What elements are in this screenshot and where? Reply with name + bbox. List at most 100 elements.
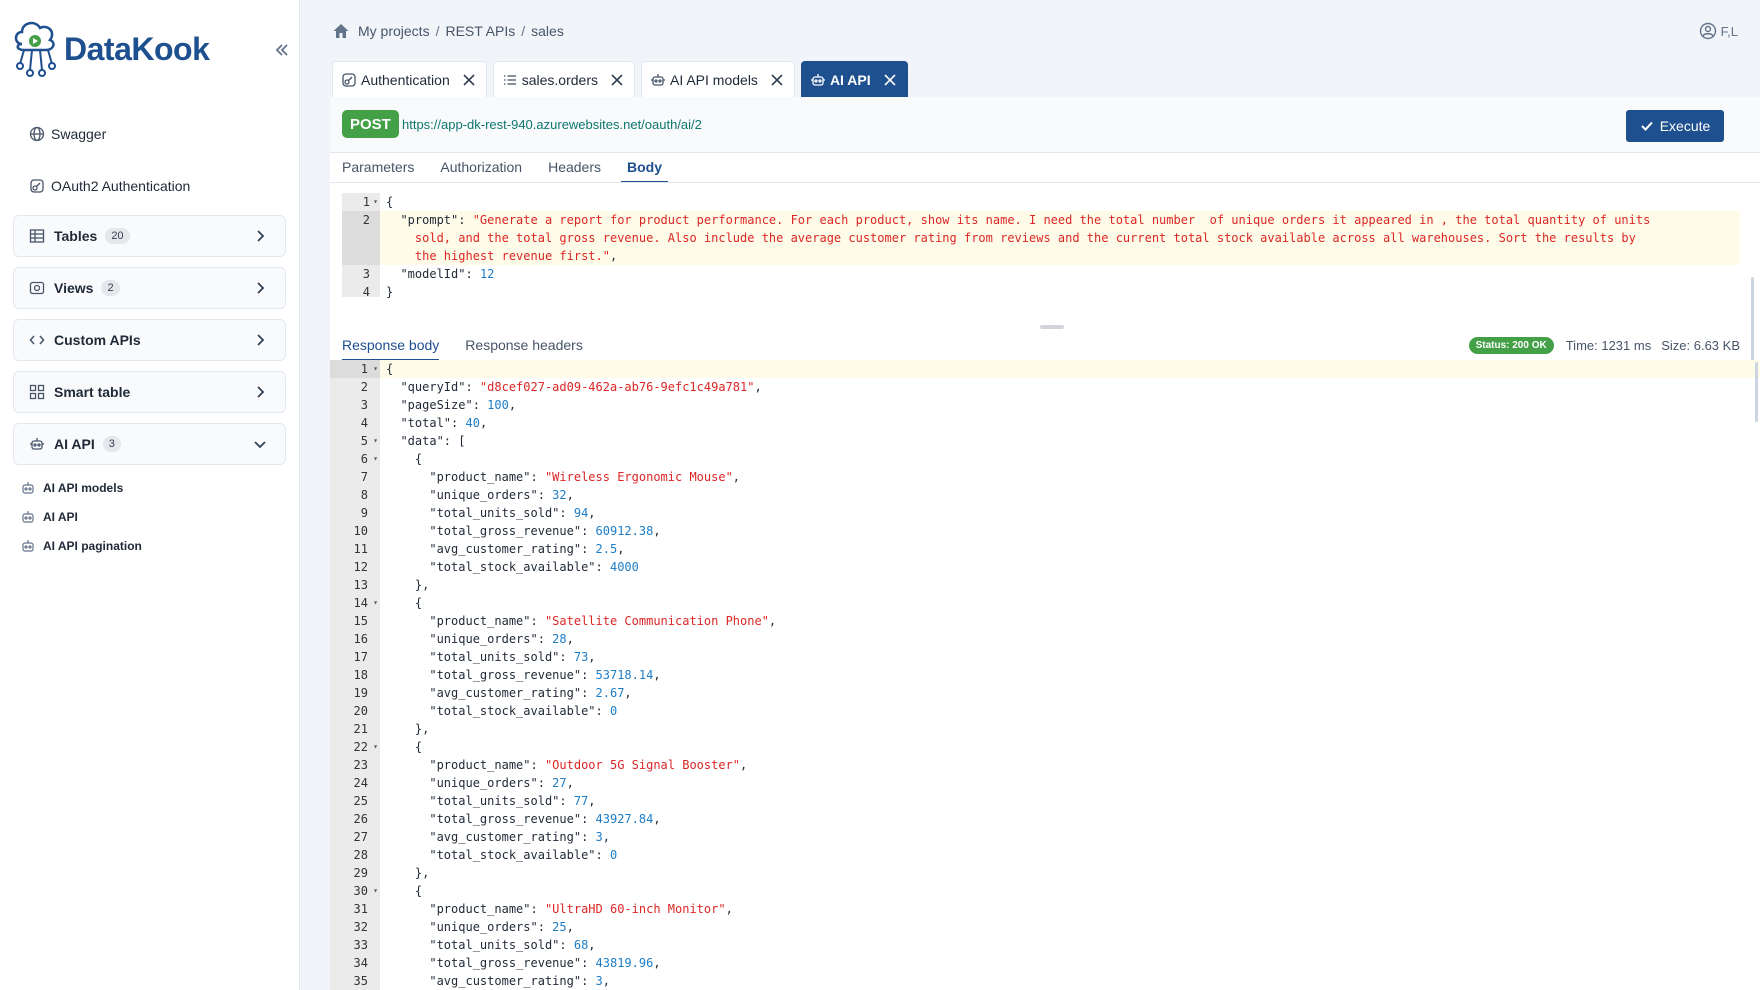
code-line: "unique_orders": 25, [386, 920, 574, 934]
tab-label: sales.orders [521, 71, 598, 88]
close-icon[interactable] [610, 73, 624, 87]
fold-icon[interactable]: ▾ [373, 432, 378, 450]
tab-sales-orders[interactable]: sales.orders [492, 61, 635, 97]
code-line: "total_gross_revenue": 53718.14, [386, 668, 661, 682]
execute-button[interactable]: Execute [1626, 110, 1724, 142]
sidebar-subitem-ai-api-models[interactable]: AI API models [20, 480, 123, 496]
code-line: } [386, 285, 394, 299]
line-number: 32 [353, 920, 368, 934]
sidebar-card-tables[interactable]: Tables 20 [13, 215, 286, 257]
line-number [342, 229, 380, 247]
breadcrumb-item[interactable]: REST APIs [445, 23, 515, 39]
robot-icon [28, 435, 46, 453]
json-value: "Wireless Ergonomic Mouse" [544, 470, 733, 484]
tab-ai-api[interactable]: AI API [800, 61, 908, 97]
line-number: 20 [353, 704, 368, 718]
code-line: "total_units_sold": 94, [386, 506, 596, 520]
status-badge: Status: 200 OK [1468, 337, 1554, 354]
fold-icon[interactable]: ▾ [373, 882, 378, 900]
fold-icon[interactable]: ▾ [373, 738, 378, 756]
sidebar-subitem-ai-api-pagination[interactable]: AI API pagination [20, 538, 142, 554]
user-menu[interactable]: F,L [1699, 22, 1738, 40]
json-value: 2.5 [595, 542, 618, 556]
tab-ai-api-models[interactable]: AI API models [641, 61, 795, 97]
count-badge: 3 [102, 436, 121, 452]
scrollbar[interactable] [1755, 362, 1758, 422]
fold-icon[interactable]: ▾ [373, 594, 378, 612]
subtab-authorization[interactable]: Authorization [440, 159, 522, 183]
close-icon[interactable] [462, 73, 476, 87]
page-size-value: 100 [487, 398, 509, 412]
close-icon[interactable] [770, 73, 784, 87]
line-number: 4 [362, 285, 370, 299]
card-label: Custom APIs [54, 332, 141, 348]
sidebar-subitem-ai-api[interactable]: AI API [20, 509, 78, 525]
line-gutter: 1 ▾ 2 3 4 [342, 193, 380, 299]
line-number: 12 [353, 560, 368, 574]
line-number: 27 [353, 830, 368, 844]
robot-icon [810, 72, 826, 88]
breadcrumb-item[interactable]: My projects [358, 23, 430, 39]
code-line: "product_name": "Satellite Communication… [386, 614, 777, 628]
sidebar-card-views[interactable]: Views 2 [13, 267, 286, 309]
scrollbar[interactable] [1751, 277, 1754, 367]
logo[interactable]: DataKook [12, 18, 210, 80]
code-line: }, [386, 722, 430, 736]
resize-handle[interactable] [1040, 325, 1064, 329]
sidebar-card-custom-apis[interactable]: Custom APIs [13, 319, 286, 361]
tab-response-headers[interactable]: Response headers [465, 337, 583, 361]
code-line: "total_gross_revenue": 43819.96, [386, 956, 661, 970]
line-number: 3 [362, 267, 370, 281]
tab-label: AI API [829, 71, 871, 88]
code-line: "unique_orders": 32, [386, 488, 574, 502]
sidebar-link-swagger[interactable]: Swagger [28, 125, 106, 143]
json-value: "Outdoor 5G Signal Booster" [544, 758, 741, 772]
globe-icon [28, 125, 46, 143]
request-url[interactable]: https://app-dk-rest-940.azurewebsites.ne… [402, 117, 702, 132]
code-line: "product_name": "Outdoor 5G Signal Boost… [386, 758, 748, 772]
method-badge[interactable]: POST [342, 110, 399, 138]
code-line: { [386, 740, 423, 754]
json-value: 3 [595, 974, 603, 988]
table-icon [28, 227, 46, 245]
response-body-editor[interactable]: 1 ▾ 2 3 4 5 ▾ 6 ▾ 7 8 9 10 11 12 13 14 ▾ 15 16 17 18 19 20 21 22 ▾… [330, 360, 1760, 990]
chevron-right-icon [251, 331, 269, 349]
code-line: "avg_customer_rating": 2.5, [386, 542, 625, 556]
sidebar-card-smart-table[interactable]: Smart table [13, 371, 286, 413]
line-number: 33 [353, 938, 368, 952]
code-line: { [386, 362, 394, 376]
tab-authentication[interactable]: Authentication [332, 61, 487, 97]
code-line: "unique_orders": 27, [386, 776, 574, 790]
card-label: Views [54, 280, 94, 296]
code-line: "avg_customer_rating": 2.67, [386, 686, 632, 700]
line-number: 4 [360, 416, 368, 430]
code-line: sold, and the total gross revenue. Also … [386, 229, 1636, 247]
datakook-logo-icon [14, 21, 56, 77]
sidebar-link-label: OAuth2 Authentication [51, 178, 191, 194]
count-badge: 20 [105, 228, 130, 244]
tab-response-body[interactable]: Response body [342, 337, 440, 361]
line-number: 1 ▾ [330, 360, 380, 378]
code-line: "total_units_sold": 73, [386, 650, 596, 664]
close-icon[interactable] [883, 73, 897, 87]
home-icon[interactable] [332, 22, 350, 40]
collapse-sidebar-icon[interactable] [272, 40, 292, 60]
response-meta: Status: 200 OK Time: 1231 ms Size: 6.63 … [1468, 337, 1740, 354]
sidebar-link-oauth2[interactable]: OAuth2 Authentication [28, 177, 190, 195]
sidebar-card-ai-api[interactable]: AI API 3 [13, 423, 286, 465]
subtab-headers[interactable]: Headers [548, 159, 601, 183]
robot-icon [20, 538, 36, 554]
request-body-editor[interactable]: 1 ▾ 2 3 4 { "prompt": "Generate a report … [342, 193, 1750, 299]
prompt-value-cont: sold, and the total gross revenue. Also … [414, 231, 1636, 245]
response-tabs: Response body Response headers [342, 337, 609, 361]
code-line: "prompt": "Generate a report for product… [400, 213, 1651, 227]
fold-icon[interactable]: ▾ [373, 450, 378, 468]
json-value: 25 [552, 920, 567, 934]
query-id-value: "d8cef027-ad09-462a-ab76-9efc1c49a781" [479, 380, 755, 394]
fold-icon[interactable]: ▾ [373, 360, 378, 378]
response-time: Time: 1231 ms [1565, 338, 1652, 353]
subtab-body[interactable]: Body [621, 159, 668, 183]
json-value: 32 [552, 488, 567, 502]
subtab-parameters[interactable]: Parameters [342, 159, 414, 183]
breadcrumb-item[interactable]: sales [531, 23, 564, 39]
